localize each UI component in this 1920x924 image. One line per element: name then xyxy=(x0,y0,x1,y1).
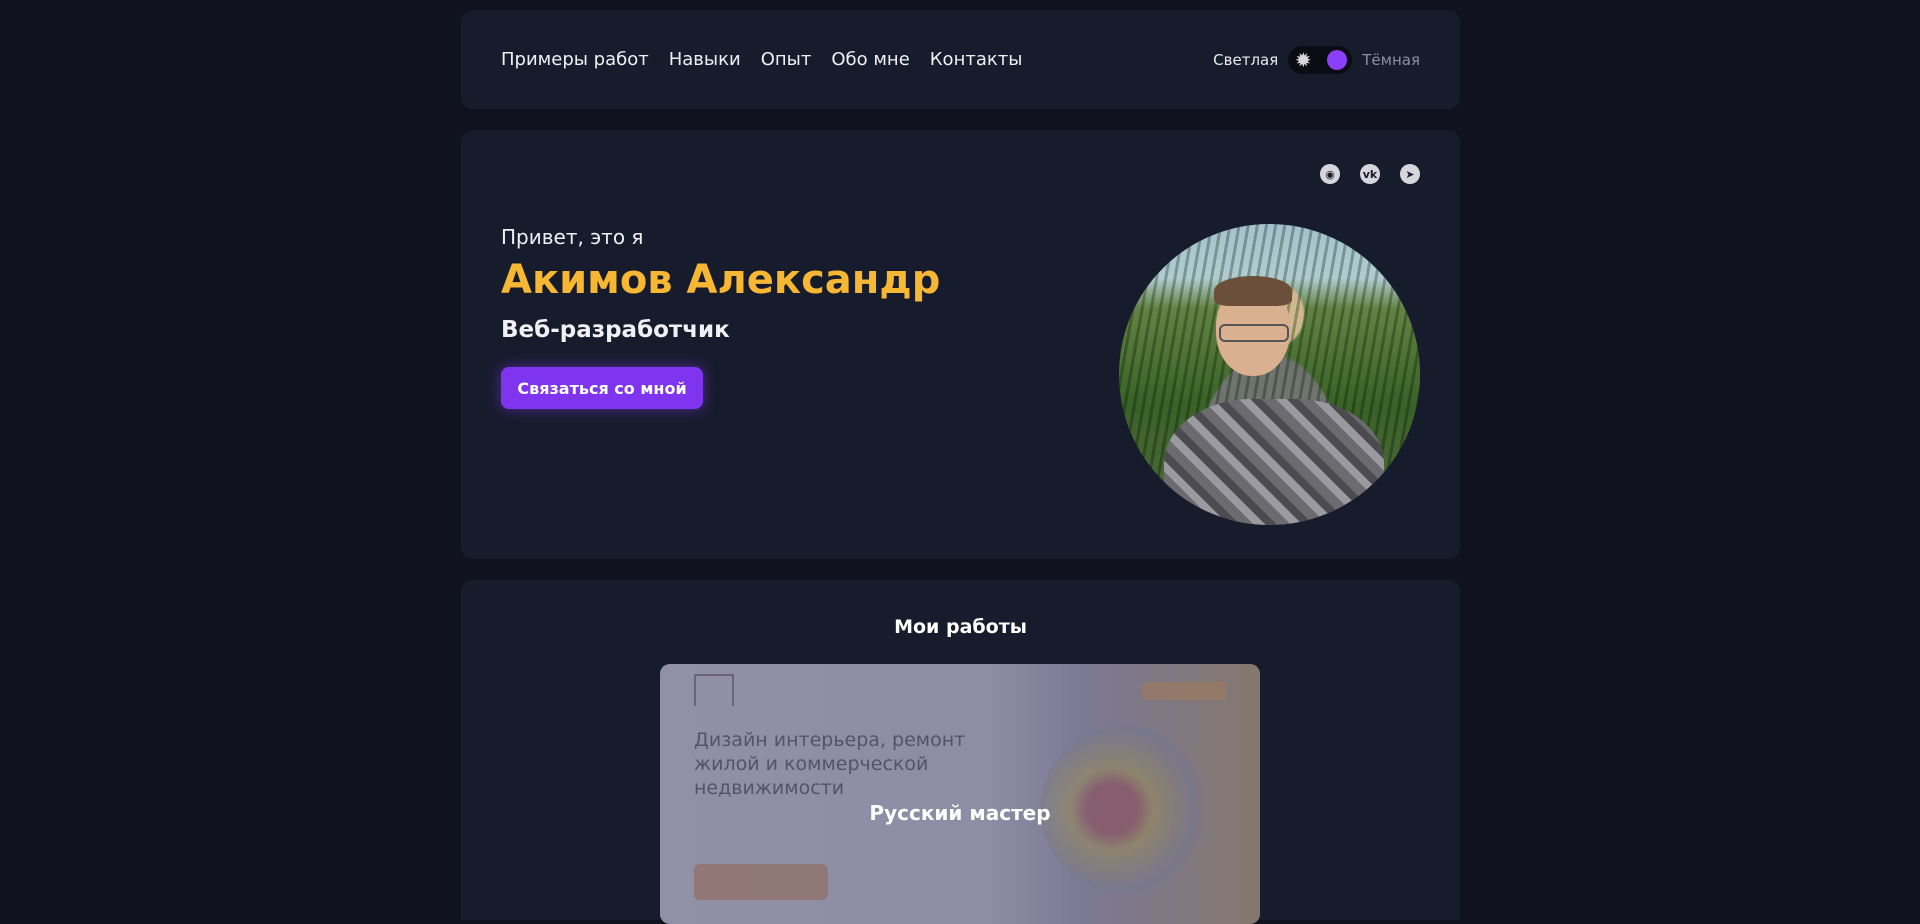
works-section: Мои работы Дизайн интерьера, ремонт жило… xyxy=(461,580,1460,924)
nav-link-contacts[interactable]: Контакты xyxy=(930,49,1023,70)
hero-name: Акимов Александр xyxy=(501,257,941,303)
github-icon[interactable]: ◉ xyxy=(1320,164,1340,184)
nav-link-works[interactable]: Примеры работ xyxy=(501,49,649,70)
main-nav: Примеры работ Навыки Опыт Обо мне Контак… xyxy=(501,49,1022,70)
contact-me-button[interactable]: Связаться со мной xyxy=(501,367,703,409)
hero-section: ◉ vk ➤ Привет, это я Акимов Александр Ве… xyxy=(461,130,1460,559)
nav-link-about[interactable]: Обо мне xyxy=(831,49,909,70)
telegram-icon[interactable]: ➤ xyxy=(1400,164,1420,184)
vk-icon[interactable]: vk xyxy=(1360,164,1380,184)
theme-dark-label: Тёмная xyxy=(1362,50,1420,69)
theme-toggle[interactable]: ✹ xyxy=(1288,45,1353,74)
works-title: Мои работы xyxy=(894,616,1027,638)
theme-switcher: Светлая ✹ Тёмная xyxy=(1213,45,1420,74)
avatar-shirt xyxy=(1164,399,1384,525)
site-header: Примеры работ Навыки Опыт Обо мне Контак… xyxy=(461,10,1460,109)
hero-greeting: Привет, это я xyxy=(501,225,644,249)
project-overlay xyxy=(660,664,1260,924)
project-card[interactable]: Дизайн интерьера, ремонт жилой и коммерч… xyxy=(660,664,1260,924)
toggle-knob xyxy=(1327,49,1348,70)
nav-link-experience[interactable]: Опыт xyxy=(761,49,812,70)
nav-link-skills[interactable]: Навыки xyxy=(669,49,741,70)
hero-text: Привет, это я Акимов Александр Веб-разра… xyxy=(501,225,940,409)
avatar xyxy=(1119,224,1420,525)
project-title: Русский мастер xyxy=(869,801,1051,825)
theme-light-label: Светлая xyxy=(1213,50,1279,69)
hero-role: Веб-разработчик xyxy=(501,317,730,343)
sun-icon: ✹ xyxy=(1294,47,1312,72)
avatar-glasses xyxy=(1219,324,1289,342)
social-links: ◉ vk ➤ xyxy=(1320,164,1420,184)
avatar-hair xyxy=(1214,276,1292,306)
